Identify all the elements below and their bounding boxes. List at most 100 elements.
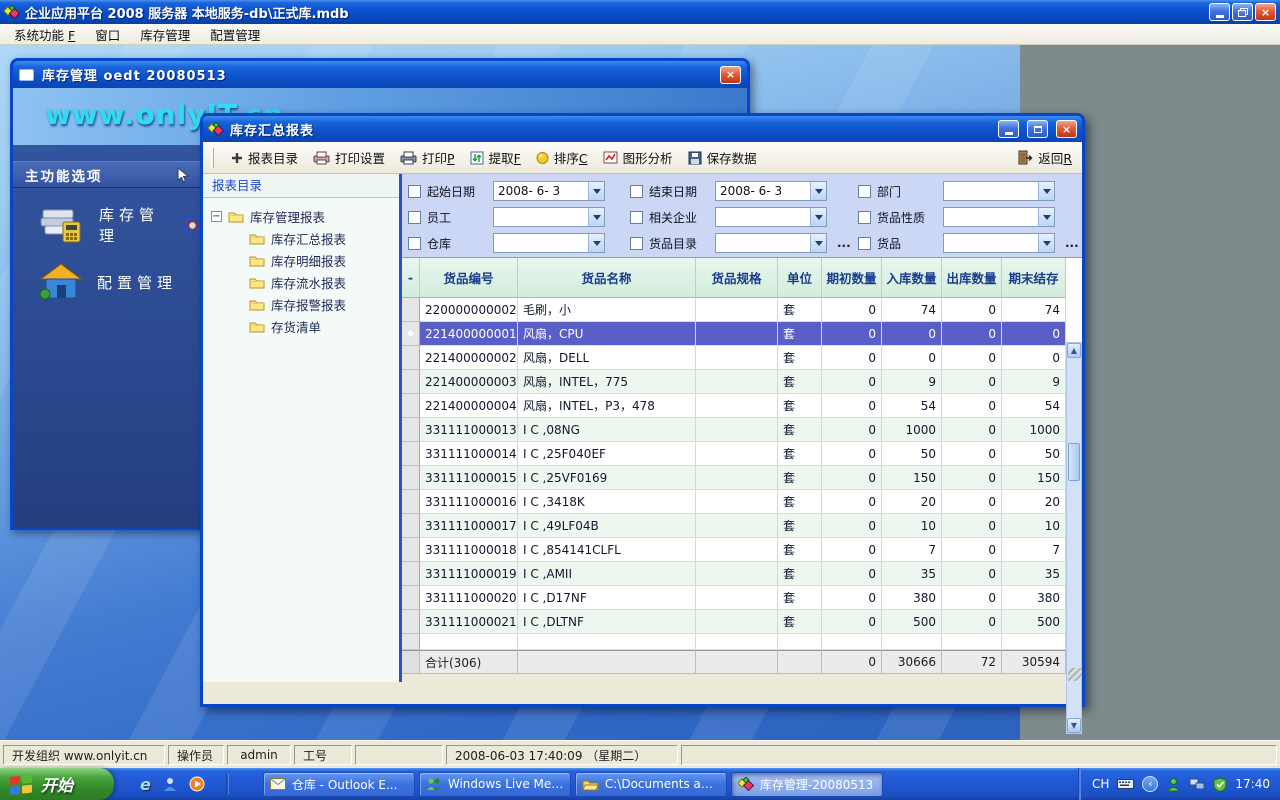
tree-item-库存流水报表[interactable]: 库存流水报表: [203, 271, 399, 293]
combo-起始日期[interactable]: 2008- 6- 3: [493, 181, 605, 201]
checkbox-仓库[interactable]: [408, 237, 421, 250]
media-player-icon[interactable]: [189, 776, 205, 792]
keyboard-icon[interactable]: [1117, 778, 1134, 790]
user-tray-icon[interactable]: [1166, 777, 1181, 792]
toolbar-button-提取[interactable]: 提取F: [470, 148, 521, 167]
table-row[interactable]: 331111000020I C ,D17NF套03800380: [402, 586, 1066, 610]
chevron-down-icon[interactable]: [1038, 234, 1054, 252]
column-header-出库数量[interactable]: 出库数量: [942, 258, 1002, 298]
chevron-down-icon[interactable]: [1038, 208, 1054, 226]
clock[interactable]: 17:40: [1235, 777, 1270, 791]
tree-root-item[interactable]: −库存管理报表: [203, 205, 399, 227]
checkbox-部门[interactable]: [858, 185, 871, 198]
sidebar-item-配置管理[interactable]: 配置管理: [39, 262, 203, 302]
dialog-close-button[interactable]: ×: [1056, 120, 1077, 138]
menu-item-库存管理[interactable]: 库存管理: [130, 23, 200, 46]
inventory-close-button[interactable]: ×: [720, 66, 741, 84]
combo-货品[interactable]: [943, 233, 1055, 253]
taskbar-button-库存管理-20080513[interactable]: 库存管理-20080513: [731, 772, 883, 797]
combo-结束日期[interactable]: 2008- 6- 3: [715, 181, 827, 201]
dialog-minimize-button[interactable]: [998, 120, 1019, 138]
tree-item-库存报警报表[interactable]: 库存报警报表: [203, 293, 399, 315]
column-header-期初数量[interactable]: 期初数量: [822, 258, 882, 298]
menu-item-配置管理[interactable]: 配置管理: [200, 23, 270, 46]
table-row[interactable]: 221400000002风扇，DELL套0000: [402, 346, 1066, 370]
column-header-入库数量[interactable]: 入库数量: [882, 258, 942, 298]
taskbar-button-Windows Live Mes...[interactable]: Windows Live Mes...: [419, 772, 571, 797]
table-row[interactable]: 331111000019I C ,AMII套035035: [402, 562, 1066, 586]
checkbox-起始日期[interactable]: [408, 185, 421, 198]
column-header-期末结存[interactable]: 期末结存: [1002, 258, 1066, 298]
chevron-down-icon[interactable]: [810, 234, 826, 252]
table-row[interactable]: 331111000015I C ,25VF0169套01500150: [402, 466, 1066, 490]
column-header-单位[interactable]: 单位: [778, 258, 822, 298]
table-row[interactable]: 221400000004风扇，INTEL，P3，478套054054: [402, 394, 1066, 418]
dialog-maximize-button[interactable]: [1027, 120, 1048, 138]
toolbar-button-打印设置[interactable]: 打印设置: [313, 148, 385, 167]
column-header-货品规格[interactable]: 货品规格: [696, 258, 778, 298]
toolbar-button-保存数据[interactable]: 保存数据: [688, 148, 757, 167]
toolbar-button-报表目录[interactable]: 报表目录: [231, 148, 298, 167]
chevron-down-icon[interactable]: [588, 208, 604, 226]
table-row[interactable]: 331111000018I C ,854141CLFL套0707: [402, 538, 1066, 562]
table-row[interactable]: 331111000013I C ,08NG套0100001000: [402, 418, 1066, 442]
table-row[interactable]: 221400000003风扇，INTEL，775套0909: [402, 370, 1066, 394]
checkbox-结束日期[interactable]: [630, 185, 643, 198]
checkbox-员工[interactable]: [408, 211, 421, 224]
table-row[interactable]: 331111000014I C ,25F040EF套050050: [402, 442, 1066, 466]
taskbar-button-C:\Documents and...[interactable]: C:\Documents and...: [575, 772, 727, 797]
table-row[interactable]: 220000000002毛刷，小套074074: [402, 298, 1066, 322]
ie-icon[interactable]: e: [140, 775, 151, 794]
combo-相关企业[interactable]: [715, 207, 827, 227]
menu-item-窗口[interactable]: 窗口: [85, 23, 130, 46]
network-tray-icon[interactable]: [1189, 778, 1205, 791]
taskbar-button-仓库 - Outlook E...[interactable]: 仓库 - Outlook E...: [263, 772, 415, 797]
column-header--[interactable]: -: [402, 258, 420, 298]
combo-货品目录[interactable]: [715, 233, 827, 253]
back-button[interactable]: 返回R: [1017, 148, 1072, 167]
checkbox-货品目录[interactable]: [630, 237, 643, 250]
language-indicator[interactable]: CH: [1092, 777, 1109, 791]
menu-item-系统功能[interactable]: 系统功能 F: [4, 23, 85, 46]
tree-item-库存明细报表[interactable]: 库存明细报表: [203, 249, 399, 271]
tree-item-库存汇总报表[interactable]: 库存汇总报表: [203, 227, 399, 249]
column-header-货品名称[interactable]: 货品名称: [518, 258, 696, 298]
collapse-icon[interactable]: −: [211, 211, 222, 222]
toolbar-button-打印[interactable]: 打印P: [400, 148, 455, 167]
table-row[interactable]: ◆221400000001风扇，CPU套0000: [402, 322, 1066, 346]
start-button[interactable]: 开始: [0, 768, 114, 800]
combo-仓库[interactable]: [493, 233, 605, 253]
messenger-person-icon[interactable]: [162, 776, 178, 792]
chevron-down-icon[interactable]: [810, 182, 826, 200]
chevron-down-icon[interactable]: [810, 208, 826, 226]
table-row[interactable]: 331111000016I C ,3418K套020020: [402, 490, 1066, 514]
close-button[interactable]: ×: [1255, 3, 1276, 21]
table-row[interactable]: 331111000021I C ,DLTNF套05000500: [402, 610, 1066, 634]
scroll-down-icon[interactable]: ▼: [1067, 718, 1081, 733]
shield-tray-icon[interactable]: [1213, 777, 1227, 792]
table-row[interactable]: 331111000017I C ,49LF04B套010010: [402, 514, 1066, 538]
chevron-down-icon[interactable]: [588, 182, 604, 200]
restore-button[interactable]: [1232, 3, 1253, 21]
resize-grip[interactable]: [1068, 668, 1081, 681]
more-button[interactable]: ...: [837, 236, 851, 250]
column-header-货品编号[interactable]: 货品编号: [420, 258, 518, 298]
toolbar-grip[interactable]: [211, 148, 214, 168]
toolbar-button-排序[interactable]: 排序C: [536, 148, 588, 167]
checkbox-货品[interactable]: [858, 237, 871, 250]
tree-item-存货清单[interactable]: 存货清单: [203, 315, 399, 337]
combo-员工[interactable]: [493, 207, 605, 227]
checkbox-货品性质[interactable]: [858, 211, 871, 224]
scroll-up-icon[interactable]: ▲: [1067, 343, 1081, 358]
combo-货品性质[interactable]: [943, 207, 1055, 227]
minimize-button[interactable]: [1209, 3, 1230, 21]
scroll-thumb[interactable]: [1068, 443, 1080, 481]
more-button[interactable]: ...: [1065, 236, 1079, 250]
chevron-down-icon[interactable]: [588, 234, 604, 252]
toolbar-button-图形分析[interactable]: 图形分析: [603, 148, 673, 167]
combo-部门[interactable]: [943, 181, 1055, 201]
chevron-down-icon[interactable]: [1038, 182, 1054, 200]
sidebar-item-库存管理[interactable]: 库存管理: [39, 204, 203, 246]
chevron-left-icon[interactable]: ‹: [1142, 776, 1158, 792]
checkbox-相关企业[interactable]: [630, 211, 643, 224]
